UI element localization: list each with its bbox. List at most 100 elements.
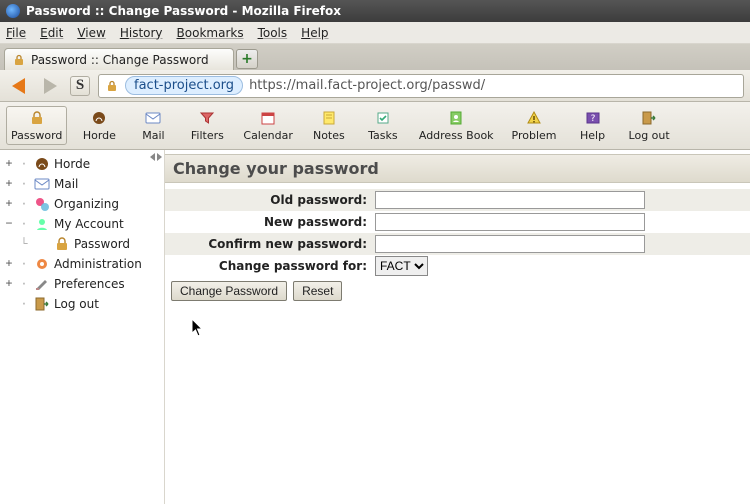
button-row: Change Password Reset xyxy=(165,277,750,305)
input-new-password[interactable] xyxy=(375,213,645,231)
toolbar-mail[interactable]: Mail xyxy=(131,107,175,144)
tree-label: Preferences xyxy=(54,277,125,291)
tree-expander[interactable]: + xyxy=(4,177,14,191)
menu-edit[interactable]: Edit xyxy=(40,26,63,40)
window-title: Password :: Change Password - Mozilla Fi… xyxy=(26,4,341,18)
toolbar-help[interactable]: ? Help xyxy=(571,107,615,144)
tree-label: My Account xyxy=(54,217,124,231)
nav-toolbar: S fact-project.org https://mail.fact-pro… xyxy=(0,70,750,102)
sidebar: +·Horde+·Mail+·Organizing−·My Account└Pa… xyxy=(0,150,165,504)
lock-icon xyxy=(13,54,25,66)
scroogle-button[interactable]: S xyxy=(70,76,90,96)
menu-bookmarks[interactable]: Bookmarks xyxy=(177,26,244,40)
horde-icon xyxy=(34,156,50,172)
sidebar-collapse-grip[interactable] xyxy=(150,150,162,164)
help-icon: ? xyxy=(583,109,603,127)
tree-item-password[interactable]: └Password xyxy=(2,234,162,254)
os-titlebar: Password :: Change Password - Mozilla Fi… xyxy=(0,0,750,22)
tree-label: Log out xyxy=(54,297,99,311)
toolbar-label: Horde xyxy=(83,129,116,142)
tree-item-preferences[interactable]: +·Preferences xyxy=(2,274,162,294)
svg-text:?: ? xyxy=(590,114,595,124)
account-icon xyxy=(34,216,50,232)
label-old-password: Old password: xyxy=(165,193,375,207)
toolbar-horde[interactable]: Horde xyxy=(77,107,121,144)
tab-active[interactable]: Password :: Change Password xyxy=(4,48,234,70)
tree-item-mail[interactable]: +·Mail xyxy=(2,174,162,194)
back-button[interactable] xyxy=(6,74,30,98)
menu-help[interactable]: Help xyxy=(301,26,328,40)
toolbar-label: Filters xyxy=(191,129,224,142)
app-toolbar: Password Horde Mail Filters Calendar Notes Tas… xyxy=(0,102,750,150)
toolbar-logout[interactable]: Log out xyxy=(625,107,674,144)
submit-button[interactable]: Change Password xyxy=(171,281,287,301)
arrow-left-icon xyxy=(12,78,25,94)
row-password-for: Change password for: FACT xyxy=(165,255,750,277)
toolbar-label: Help xyxy=(580,129,605,142)
tree-expander[interactable]: + xyxy=(4,157,14,171)
reset-button[interactable]: Reset xyxy=(293,281,342,301)
input-confirm-password[interactable] xyxy=(375,235,645,253)
toolbar-label: Log out xyxy=(629,129,670,142)
forward-button[interactable] xyxy=(38,74,62,98)
tree-label: Horde xyxy=(54,157,90,171)
prefs-icon xyxy=(34,276,50,292)
menu-file[interactable]: File xyxy=(6,26,26,40)
organizing-icon xyxy=(34,196,50,212)
toolbar-label: Calendar xyxy=(243,129,292,142)
label-new-password: New password: xyxy=(165,215,375,229)
tab-strip: Password :: Change Password + xyxy=(0,44,750,70)
tree-label: Password xyxy=(74,237,130,251)
tree-label: Organizing xyxy=(54,197,119,211)
logout-icon xyxy=(34,296,50,312)
funnel-icon xyxy=(197,109,217,127)
url-bar[interactable]: fact-project.org https://mail.fact-proje… xyxy=(98,74,744,98)
row-new-password: New password: xyxy=(165,211,750,233)
firefox-menubar: File Edit View History Bookmarks Tools H… xyxy=(0,22,750,44)
tree-item-horde[interactable]: +·Horde xyxy=(2,154,162,174)
problem-icon xyxy=(524,109,544,127)
horde-icon xyxy=(89,109,109,127)
new-tab-button[interactable]: + xyxy=(236,49,258,69)
row-confirm-password: Confirm new password: xyxy=(165,233,750,255)
label-password-for: Change password for: xyxy=(165,259,375,273)
tree-item-my-account[interactable]: −·My Account xyxy=(2,214,162,234)
tree-item-administration[interactable]: +·Administration xyxy=(2,254,162,274)
toolbar-filters[interactable]: Filters xyxy=(185,107,229,144)
addressbook-icon xyxy=(446,109,466,127)
tab-label: Password :: Change Password xyxy=(31,53,209,67)
content: Change your password Old password: New p… xyxy=(165,150,750,504)
menu-history[interactable]: History xyxy=(120,26,163,40)
tree-label: Mail xyxy=(54,177,78,191)
tasks-icon xyxy=(373,109,393,127)
menu-view[interactable]: View xyxy=(77,26,105,40)
toolbar-label: Address Book xyxy=(419,129,494,142)
tree-expander[interactable]: + xyxy=(4,277,14,291)
tree-item-log-out[interactable]: ·Log out xyxy=(2,294,162,314)
tree-item-organizing[interactable]: +·Organizing xyxy=(2,194,162,214)
tree-expander[interactable]: + xyxy=(4,257,14,271)
toolbar-calendar[interactable]: Calendar xyxy=(239,107,296,144)
tree-expander[interactable]: − xyxy=(4,217,14,231)
site-identity-icon[interactable] xyxy=(105,79,119,93)
page-heading: Change your password xyxy=(165,154,750,183)
toolbar-notes[interactable]: Notes xyxy=(307,107,351,144)
input-old-password[interactable] xyxy=(375,191,645,209)
tree-expander[interactable]: + xyxy=(4,197,14,211)
admin-icon xyxy=(34,256,50,272)
toolbar-password[interactable]: Password xyxy=(6,106,67,145)
select-password-for[interactable]: FACT xyxy=(375,256,428,276)
site-identity-pill[interactable]: fact-project.org xyxy=(125,76,243,95)
arrow-right-icon xyxy=(44,78,57,94)
toolbar-tasks[interactable]: Tasks xyxy=(361,107,405,144)
toolbar-addressbook[interactable]: Address Book xyxy=(415,107,498,144)
tree-label: Administration xyxy=(54,257,142,271)
mail-icon xyxy=(143,109,163,127)
menu-tools[interactable]: Tools xyxy=(258,26,288,40)
toolbar-problem[interactable]: Problem xyxy=(508,107,561,144)
logout-icon xyxy=(639,109,659,127)
toolbar-label: Problem xyxy=(512,129,557,142)
firefox-icon xyxy=(6,4,20,18)
toolbar-label: Mail xyxy=(142,129,164,142)
mail-icon xyxy=(34,176,50,192)
